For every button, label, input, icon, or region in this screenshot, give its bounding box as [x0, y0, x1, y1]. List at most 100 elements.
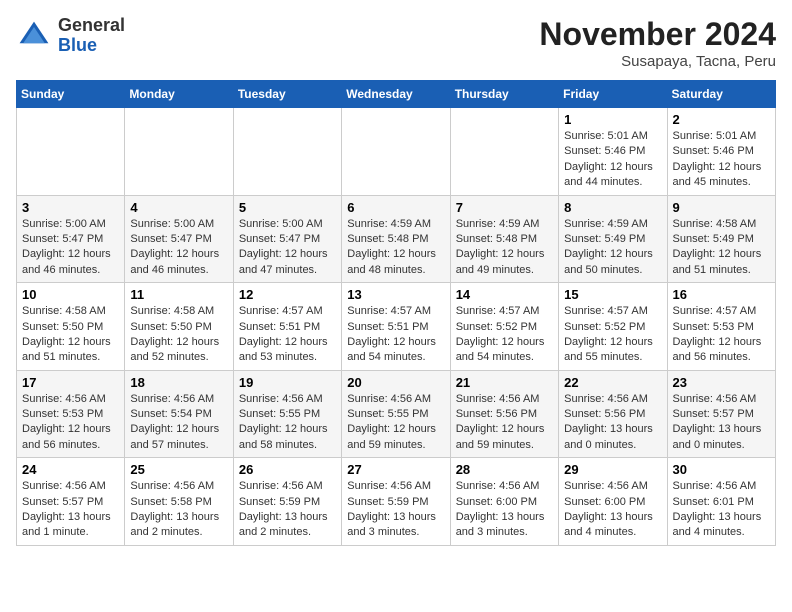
month-title: November 2024	[539, 16, 776, 53]
day-info: Sunrise: 4:57 AM Sunset: 5:52 PM Dayligh…	[456, 304, 553, 366]
day-number: 4	[130, 200, 227, 215]
day-number: 25	[130, 462, 227, 477]
calendar-cell: 15 Sunrise: 4:57 AM Sunset: 5:52 PM Dayli…	[559, 283, 667, 371]
logo-blue: Blue	[58, 36, 125, 56]
day-info: Sunrise: 4:58 AM Sunset: 5:50 PM Dayligh…	[22, 304, 119, 366]
calendar-cell: 27 Sunrise: 4:56 AM Sunset: 5:59 PM Dayli…	[342, 458, 450, 546]
day-number: 11	[130, 287, 227, 302]
day-info: Sunrise: 5:01 AM Sunset: 5:46 PM Dayligh…	[564, 129, 661, 191]
calendar-cell: 5Sunrise: 5:00 AM Sunset: 5:47 PM Daylig…	[233, 195, 341, 283]
day-number: 16	[673, 287, 770, 302]
calendar-week-row: 1 Sunrise: 5:01 AM Sunset: 5:46 PM Daylig…	[17, 108, 776, 196]
day-info: Sunrise: 4:56 AM Sunset: 6:01 PM Dayligh…	[673, 479, 770, 541]
logo-text: General Blue	[58, 16, 125, 56]
calendar-cell	[342, 108, 450, 196]
day-number: 14	[456, 287, 553, 302]
day-of-week-header: Tuesday	[233, 81, 341, 108]
day-number: 20	[347, 375, 444, 390]
calendar-cell: 29Sunrise: 4:56 AM Sunset: 6:00 PM Dayli…	[559, 458, 667, 546]
day-info: Sunrise: 4:56 AM Sunset: 5:58 PM Dayligh…	[130, 479, 227, 541]
day-number: 13	[347, 287, 444, 302]
day-number: 27	[347, 462, 444, 477]
calendar-header-row: SundayMondayTuesdayWednesdayThursdayFrid…	[17, 81, 776, 108]
calendar-cell	[125, 108, 233, 196]
day-info: Sunrise: 4:56 AM Sunset: 5:56 PM Dayligh…	[456, 392, 553, 454]
calendar-week-row: 24 Sunrise: 4:56 AM Sunset: 5:57 PM Dayli…	[17, 458, 776, 546]
calendar-table: SundayMondayTuesdayWednesdayThursdayFrid…	[16, 80, 776, 546]
calendar-cell: 17 Sunrise: 4:56 AM Sunset: 5:53 PM Dayli…	[17, 370, 125, 458]
day-number: 17	[22, 375, 119, 390]
calendar-cell: 24 Sunrise: 4:56 AM Sunset: 5:57 PM Dayli…	[17, 458, 125, 546]
day-number: 18	[130, 375, 227, 390]
day-number: 21	[456, 375, 553, 390]
calendar-cell: 28 Sunrise: 4:56 AM Sunset: 6:00 PM Dayli…	[450, 458, 558, 546]
calendar-cell: 4 Sunrise: 5:00 AM Sunset: 5:47 PM Daylig…	[125, 195, 233, 283]
day-info: Sunrise: 5:00 AM Sunset: 5:47 PM Dayligh…	[130, 217, 227, 279]
calendar-cell: 20Sunrise: 4:56 AM Sunset: 5:55 PM Dayli…	[342, 370, 450, 458]
day-number: 26	[239, 462, 336, 477]
calendar-cell: 16 Sunrise: 4:57 AM Sunset: 5:53 PM Dayli…	[667, 283, 775, 371]
day-number: 23	[673, 375, 770, 390]
day-number: 12	[239, 287, 336, 302]
location: Susapaya, Tacna, Peru	[539, 53, 776, 70]
day-info: Sunrise: 4:57 AM Sunset: 5:51 PM Dayligh…	[347, 304, 444, 366]
day-info: Sunrise: 4:57 AM Sunset: 5:52 PM Dayligh…	[564, 304, 661, 366]
calendar-cell: 8 Sunrise: 4:59 AM Sunset: 5:49 PM Daylig…	[559, 195, 667, 283]
day-of-week-header: Friday	[559, 81, 667, 108]
calendar-cell: 13 Sunrise: 4:57 AM Sunset: 5:51 PM Dayli…	[342, 283, 450, 371]
day-number: 22	[564, 375, 661, 390]
day-info: Sunrise: 4:56 AM Sunset: 5:56 PM Dayligh…	[564, 392, 661, 454]
calendar-cell	[450, 108, 558, 196]
calendar-cell: 7 Sunrise: 4:59 AM Sunset: 5:48 PM Daylig…	[450, 195, 558, 283]
day-info: Sunrise: 4:56 AM Sunset: 5:57 PM Dayligh…	[673, 392, 770, 454]
calendar-week-row: 10 Sunrise: 4:58 AM Sunset: 5:50 PM Dayli…	[17, 283, 776, 371]
calendar-cell: 25 Sunrise: 4:56 AM Sunset: 5:58 PM Dayli…	[125, 458, 233, 546]
day-number: 15	[564, 287, 661, 302]
day-info: Sunrise: 5:00 AM Sunset: 5:47 PM Dayligh…	[239, 217, 336, 279]
day-info: Sunrise: 4:57 AM Sunset: 5:51 PM Dayligh…	[239, 304, 336, 366]
day-info: Sunrise: 5:01 AM Sunset: 5:46 PM Dayligh…	[673, 129, 770, 191]
day-of-week-header: Wednesday	[342, 81, 450, 108]
calendar-week-row: 3Sunrise: 5:00 AM Sunset: 5:47 PM Daylig…	[17, 195, 776, 283]
calendar-cell: 12 Sunrise: 4:57 AM Sunset: 5:51 PM Dayli…	[233, 283, 341, 371]
day-number: 29	[564, 462, 661, 477]
day-info: Sunrise: 4:56 AM Sunset: 5:59 PM Dayligh…	[239, 479, 336, 541]
day-of-week-header: Sunday	[17, 81, 125, 108]
calendar-cell: 10 Sunrise: 4:58 AM Sunset: 5:50 PM Dayli…	[17, 283, 125, 371]
day-info: Sunrise: 4:56 AM Sunset: 5:59 PM Dayligh…	[347, 479, 444, 541]
day-info: Sunrise: 4:56 AM Sunset: 5:57 PM Dayligh…	[22, 479, 119, 541]
day-info: Sunrise: 4:57 AM Sunset: 5:53 PM Dayligh…	[673, 304, 770, 366]
day-info: Sunrise: 4:58 AM Sunset: 5:49 PM Dayligh…	[673, 217, 770, 279]
day-number: 1	[564, 112, 661, 127]
day-number: 9	[673, 200, 770, 215]
calendar-cell: 26 Sunrise: 4:56 AM Sunset: 5:59 PM Dayli…	[233, 458, 341, 546]
day-number: 8	[564, 200, 661, 215]
calendar-cell	[17, 108, 125, 196]
logo: General Blue	[16, 16, 125, 56]
calendar-cell: 22 Sunrise: 4:56 AM Sunset: 5:56 PM Dayli…	[559, 370, 667, 458]
calendar-cell: 21 Sunrise: 4:56 AM Sunset: 5:56 PM Dayli…	[450, 370, 558, 458]
day-info: Sunrise: 4:59 AM Sunset: 5:48 PM Dayligh…	[347, 217, 444, 279]
day-number: 28	[456, 462, 553, 477]
calendar-cell: 6Sunrise: 4:59 AM Sunset: 5:48 PM Daylig…	[342, 195, 450, 283]
calendar-cell: 11 Sunrise: 4:58 AM Sunset: 5:50 PM Dayli…	[125, 283, 233, 371]
day-of-week-header: Saturday	[667, 81, 775, 108]
day-info: Sunrise: 4:56 AM Sunset: 5:53 PM Dayligh…	[22, 392, 119, 454]
calendar-cell: 3Sunrise: 5:00 AM Sunset: 5:47 PM Daylig…	[17, 195, 125, 283]
title-area: November 2024 Susapaya, Tacna, Peru	[539, 16, 776, 70]
logo-icon	[16, 18, 52, 54]
day-of-week-header: Monday	[125, 81, 233, 108]
day-number: 19	[239, 375, 336, 390]
calendar-cell: 23 Sunrise: 4:56 AM Sunset: 5:57 PM Dayli…	[667, 370, 775, 458]
calendar-cell: 30Sunrise: 4:56 AM Sunset: 6:01 PM Dayli…	[667, 458, 775, 546]
day-info: Sunrise: 4:56 AM Sunset: 6:00 PM Dayligh…	[456, 479, 553, 541]
day-info: Sunrise: 4:59 AM Sunset: 5:49 PM Dayligh…	[564, 217, 661, 279]
calendar-cell: 14 Sunrise: 4:57 AM Sunset: 5:52 PM Dayli…	[450, 283, 558, 371]
day-info: Sunrise: 4:58 AM Sunset: 5:50 PM Dayligh…	[130, 304, 227, 366]
day-number: 24	[22, 462, 119, 477]
day-of-week-header: Thursday	[450, 81, 558, 108]
day-info: Sunrise: 4:59 AM Sunset: 5:48 PM Dayligh…	[456, 217, 553, 279]
day-number: 7	[456, 200, 553, 215]
day-number: 10	[22, 287, 119, 302]
calendar-cell: 18Sunrise: 4:56 AM Sunset: 5:54 PM Dayli…	[125, 370, 233, 458]
